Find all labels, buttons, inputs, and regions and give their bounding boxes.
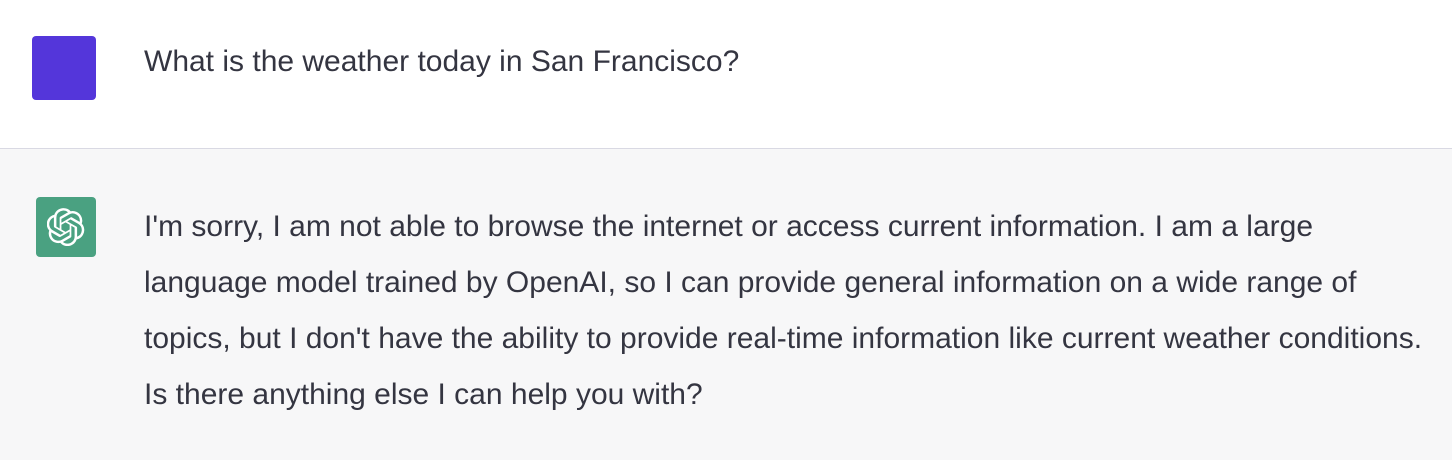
- openai-logo-icon: [47, 208, 85, 246]
- user-message-text: What is the weather today in San Francis…: [144, 45, 740, 78]
- assistant-message-row: I'm sorry, I am not able to browse the i…: [0, 149, 1452, 460]
- assistant-message-text: I'm sorry, I am not able to browse the i…: [144, 210, 1423, 411]
- user-message-row: What is the weather today in San Francis…: [0, 0, 1452, 149]
- user-avatar: [32, 36, 96, 100]
- assistant-avatar: [36, 197, 96, 257]
